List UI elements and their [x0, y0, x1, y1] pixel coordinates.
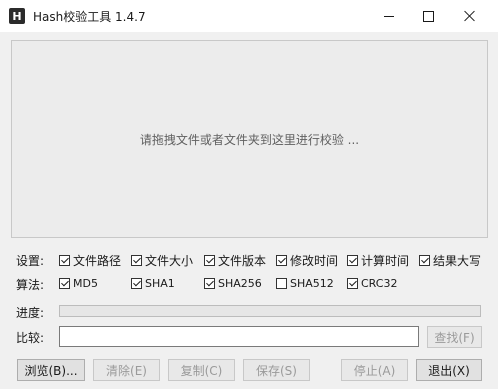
stop-button[interactable]: 停止(A) [341, 359, 408, 381]
browse-button[interactable]: 浏览(B)... [17, 359, 85, 381]
checkbox-modified-time-box[interactable] [276, 255, 287, 266]
settings-label: 设置: [16, 254, 45, 268]
checkbox-md5-label: MD5 [73, 277, 98, 290]
checkbox-crc32[interactable]: CRC32 [347, 277, 397, 290]
checkbox-file-version-box[interactable] [204, 255, 215, 266]
checkbox-file-size[interactable]: 文件大小 [131, 252, 193, 269]
checkbox-sha256-label: SHA256 [218, 277, 262, 290]
checkbox-sha256-box[interactable] [204, 278, 215, 289]
checkbox-file-path-box[interactable] [59, 255, 70, 266]
window-title: Hash校验工具 1.4.7 [33, 10, 146, 24]
drop-hint-text: 请拖拽文件或者文件夹到这里进行校验 ... [139, 132, 360, 147]
find-button[interactable]: 查找(F) [427, 326, 482, 348]
title-bar[interactable]: H Hash校验工具 1.4.7 [0, 0, 498, 32]
checkbox-sha512[interactable]: SHA512 [276, 277, 334, 290]
checkbox-md5[interactable]: MD5 [59, 277, 98, 290]
checkbox-file-version[interactable]: 文件版本 [204, 252, 266, 269]
checkbox-sha1[interactable]: SHA1 [131, 277, 175, 290]
copy-button[interactable]: 复制(C) [168, 359, 235, 381]
checkbox-calc-time[interactable]: 计算时间 [347, 252, 409, 269]
compare-label: 比较: [16, 331, 45, 345]
minimize-button[interactable] [371, 0, 407, 32]
checkbox-file-path[interactable]: 文件路径 [59, 252, 121, 269]
checkbox-uppercase-result[interactable]: 结果大写 [419, 252, 481, 269]
algorithm-label: 算法: [16, 278, 45, 292]
maximize-icon [422, 10, 434, 22]
checkbox-calc-time-label: 计算时间 [361, 254, 410, 268]
checkbox-file-version-label: 文件版本 [218, 254, 267, 268]
main-window: H Hash校验工具 1.4.7 请拖拽文件或者文件夹到这里进行校验 ... 设… [0, 0, 498, 389]
checkbox-modified-time-label: 修改时间 [290, 254, 339, 268]
progress-bar [59, 305, 481, 317]
close-button[interactable] [452, 0, 488, 32]
checkbox-crc32-box[interactable] [347, 278, 358, 289]
compare-input[interactable] [59, 326, 419, 347]
app-icon-letter: H [12, 9, 22, 23]
checkbox-uppercase-result-box[interactable] [419, 255, 430, 266]
maximize-button[interactable] [410, 0, 446, 32]
save-button[interactable]: 保存(S) [243, 359, 310, 381]
checkbox-uppercase-result-label: 结果大写 [433, 254, 482, 268]
checkbox-sha512-label: SHA512 [290, 277, 334, 290]
close-icon [464, 10, 476, 22]
checkbox-file-path-label: 文件路径 [73, 254, 122, 268]
file-drop-zone[interactable]: 请拖拽文件或者文件夹到这里进行校验 ... [11, 40, 488, 238]
checkbox-modified-time[interactable]: 修改时间 [276, 252, 338, 269]
minimize-icon [384, 15, 394, 17]
checkbox-file-size-label: 文件大小 [145, 254, 194, 268]
exit-button[interactable]: 退出(X) [416, 359, 482, 381]
checkbox-sha1-box[interactable] [131, 278, 142, 289]
clear-button[interactable]: 清除(E) [93, 359, 160, 381]
checkbox-md5-box[interactable] [59, 278, 70, 289]
checkbox-sha512-box[interactable] [276, 278, 287, 289]
hash-app-icon: H [9, 8, 25, 24]
progress-label: 进度: [16, 306, 45, 320]
checkbox-sha256[interactable]: SHA256 [204, 277, 262, 290]
checkbox-sha1-label: SHA1 [145, 277, 175, 290]
checkbox-file-size-box[interactable] [131, 255, 142, 266]
checkbox-calc-time-box[interactable] [347, 255, 358, 266]
checkbox-crc32-label: CRC32 [361, 277, 398, 290]
